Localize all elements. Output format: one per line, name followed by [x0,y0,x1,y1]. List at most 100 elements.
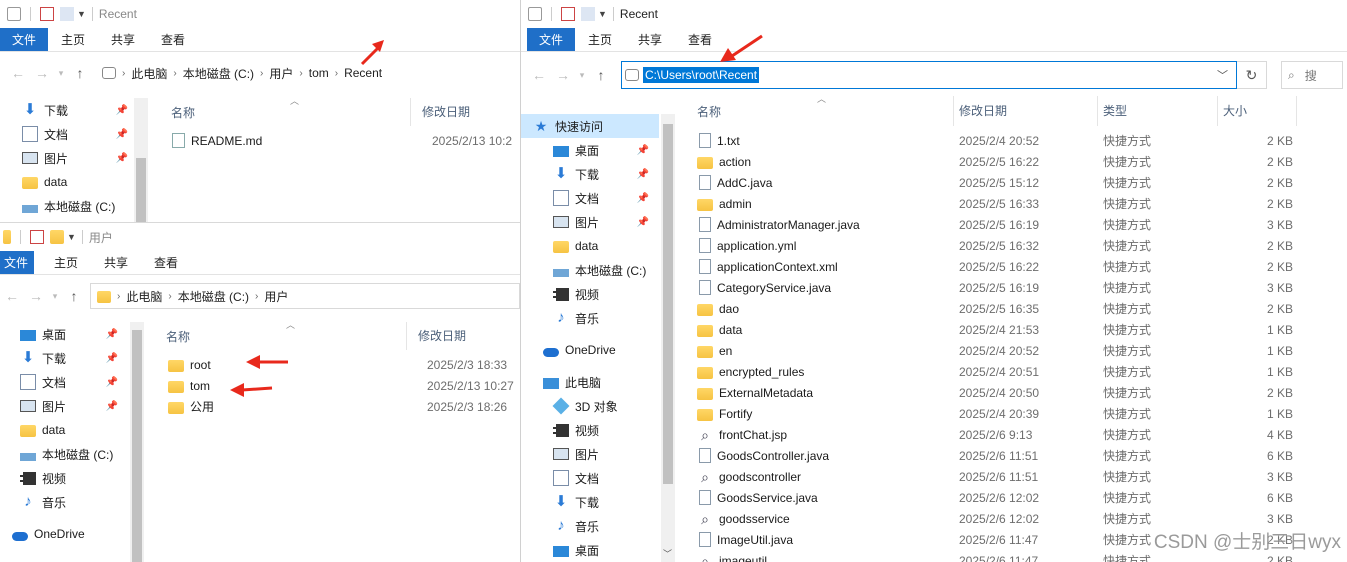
nav-item-videos[interactable]: 视频 [0,466,130,490]
up-icon[interactable]: ↑ [62,288,86,304]
nav-item-data[interactable]: data [0,418,130,442]
nav-item-pc-desktop[interactable]: 桌面 [521,538,661,562]
file-row[interactable]: 1.txt 2025/2/4 20:52 快捷方式 2 KB [677,130,1347,151]
checkbox-icon[interactable] [30,230,44,244]
nav-scrollbar[interactable]: ﹀ [661,114,675,562]
file-row[interactable]: README.md 2025/2/13 10:2 [150,130,520,151]
breadcrumb[interactable]: › 此电脑 › 本地磁盘 (C:) › 用户 [90,283,520,309]
nav-item-data[interactable]: data [0,170,140,194]
nav-item-onedrive[interactable]: OneDrive [521,338,661,362]
properties-icon[interactable] [7,7,21,21]
tab-home[interactable]: 主页 [48,28,98,51]
col-name[interactable]: 名称 [150,104,410,121]
forward-icon[interactable]: → [24,288,48,304]
recent-locations-icon[interactable]: ▾ [575,70,589,81]
nav-item-pc-downloads[interactable]: ⬇ 下载 [521,490,661,514]
search-input[interactable]: ⌕ 搜 [1281,61,1343,89]
tab-file[interactable]: 文件 [0,28,49,51]
address-input[interactable]: C:\Users\root\Recent ﹀ [621,61,1237,89]
forward-icon[interactable]: → [551,67,575,83]
col-name[interactable]: 名称 [677,103,953,120]
nav-item-drive-c[interactable]: 本地磁盘 (C:) [0,442,130,466]
nav-item-thispc[interactable]: 此电脑 [521,370,661,394]
nav-item-pc-music[interactable]: ♪ 音乐 [521,514,661,538]
nav-item-desktop[interactable]: 桌面 📌 [521,138,661,162]
nav-item-pictures[interactable]: 图片 📌 [0,394,130,418]
nav-item-pc-pictures[interactable]: 图片 [521,442,661,466]
file-row[interactable]: Fortify 2025/2/4 20:39 快捷方式 1 KB [677,403,1347,424]
tab-file[interactable]: 文件 [0,251,35,274]
tab-file[interactable]: 文件 [527,28,576,51]
file-row[interactable]: dao 2025/2/5 16:35 快捷方式 2 KB [677,298,1347,319]
chevron-down-icon[interactable]: ﹀ [1217,67,1228,83]
nav-item-documents[interactable]: 文档 📌 [0,370,130,394]
crumb-thispc[interactable]: 此电脑 [125,65,173,82]
tab-share[interactable]: 共享 [625,28,675,51]
nav-item-pc-documents[interactable]: 文档 [521,466,661,490]
file-row[interactable]: 公用 2025/2/3 18:26 [146,396,520,417]
file-row[interactable]: ExternalMetadata 2025/2/4 20:50 快捷方式 2 KB [677,382,1347,403]
nav-item-music[interactable]: ♪ 音乐 [0,490,130,514]
file-row[interactable]: ⌕ frontChat.jsp 2025/2/6 9:13 快捷方式 4 KB [677,424,1347,445]
crumb-tom[interactable]: tom [303,66,335,80]
tab-home[interactable]: 主页 [575,28,625,51]
file-row[interactable]: CategoryService.java 2025/2/5 16:19 快捷方式 3 … [677,277,1347,298]
nav-scrollbar[interactable] [130,322,144,562]
file-row[interactable]: action 2025/2/5 16:22 快捷方式 2 KB [677,151,1347,172]
back-icon[interactable]: ← [0,288,24,304]
col-type[interactable]: 类型 [1097,96,1217,126]
nav-item-quick-access[interactable]: ★ 快速访问 [521,114,659,138]
file-row[interactable]: application.yml 2025/2/5 16:32 快捷方式 2 KB [677,235,1347,256]
crumb-thispc[interactable]: 此电脑 [120,288,168,305]
scroll-down-icon[interactable]: ﹀ [663,547,672,560]
folder-icon[interactable] [60,7,74,21]
col-date[interactable]: 修改日期 [406,322,466,350]
file-row[interactable]: AddC.java 2025/2/5 15:12 快捷方式 2 KB [677,172,1347,193]
crumb-users[interactable]: 用户 [258,288,294,305]
scroll-thumb[interactable] [136,158,146,222]
checkbox-icon[interactable] [561,7,575,21]
recent-locations-icon[interactable]: ▾ [54,68,68,79]
file-row[interactable]: admin 2025/2/5 16:33 快捷方式 2 KB [677,193,1347,214]
file-row[interactable]: tom 2025/2/13 10:27 [146,375,520,396]
tab-view[interactable]: 查看 [141,251,191,274]
address-text[interactable]: C:\Users\root\Recent [643,67,760,83]
file-row[interactable]: ⌕ goodsservice 2025/2/6 12:02 快捷方式 3 KB [677,508,1347,529]
nav-item-drive-c[interactable]: 本地磁盘 (C:) [0,194,140,218]
checkbox-icon[interactable] [40,7,54,21]
crumb-c[interactable]: 本地磁盘 (C:) [177,65,260,82]
col-date[interactable]: 修改日期 [953,96,1097,126]
file-row[interactable]: ⌕ goodscontroller 2025/2/6 11:51 快捷方式 3 KB [677,466,1347,487]
recent-locations-icon[interactable]: ▾ [48,291,62,302]
nav-item-pictures[interactable]: 图片 📌 [521,210,661,234]
file-row[interactable]: root 2025/2/3 18:33 [146,354,520,375]
file-row[interactable]: GoodsService.java 2025/2/6 12:02 快捷方式 6 KB [677,487,1347,508]
nav-scrollbar[interactable] [134,98,148,222]
folder-icon[interactable] [3,230,11,244]
chevron-down-icon[interactable]: ▼ [67,232,76,242]
nav-item-onedrive[interactable]: OneDrive [0,522,130,546]
up-icon[interactable]: ↑ [68,65,92,81]
folder-icon[interactable] [50,230,64,244]
nav-item-3d-objects[interactable]: 3D 对象 [521,394,661,418]
forward-icon[interactable]: → [30,65,54,81]
crumb-recent[interactable]: Recent [338,66,388,80]
back-icon[interactable]: ← [527,67,551,83]
file-row[interactable]: encrypted_rules 2025/2/4 20:51 快捷方式 1 KB [677,361,1347,382]
nav-item-documents[interactable]: 文档 📌 [521,186,661,210]
nav-item-desktop[interactable]: 桌面 📌 [0,322,130,346]
nav-item-pc-videos[interactable]: 视频 [521,418,661,442]
file-row[interactable]: AdministratorManager.java 2025/2/5 16:19 快… [677,214,1347,235]
chevron-down-icon[interactable]: ▼ [598,9,607,19]
chevron-down-icon[interactable]: ▼ [77,9,86,19]
scroll-thumb[interactable] [132,330,142,562]
nav-item-drive-c[interactable]: 本地磁盘 (C:) [521,258,661,282]
nav-item-data[interactable]: data [521,234,661,258]
up-icon[interactable]: ↑ [589,67,613,83]
nav-item-pictures[interactable]: 图片 📌 [0,146,140,170]
tab-share[interactable]: 共享 [91,251,141,274]
tab-share[interactable]: 共享 [98,28,148,51]
file-row[interactable]: en 2025/2/4 20:52 快捷方式 1 KB [677,340,1347,361]
refresh-button[interactable]: ↻ [1237,61,1267,89]
back-icon[interactable]: ← [6,65,30,81]
